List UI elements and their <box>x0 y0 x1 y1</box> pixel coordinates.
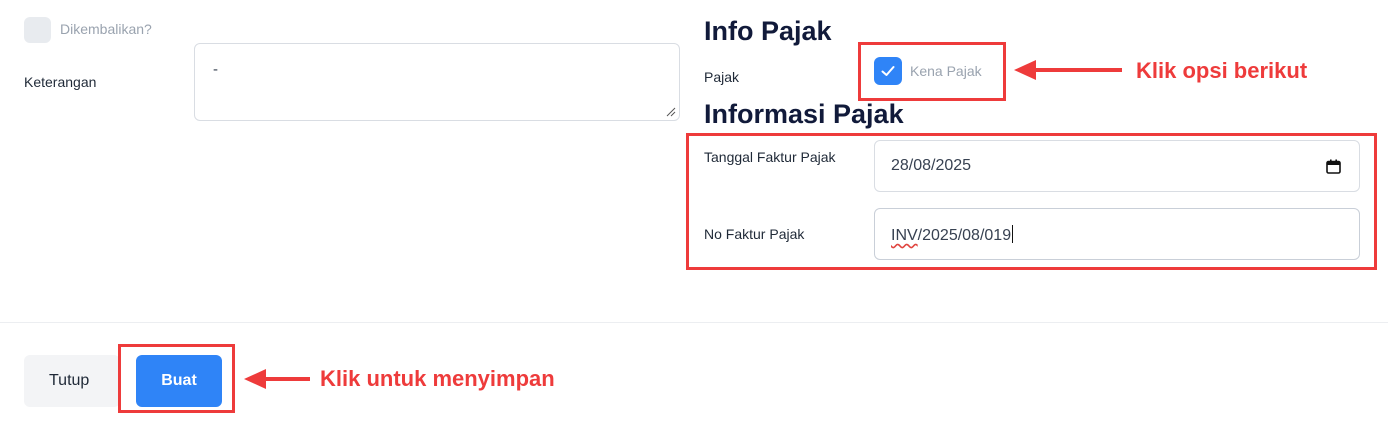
info-pajak-heading: Info Pajak <box>704 16 832 46</box>
note-label: Keterangan <box>24 74 97 90</box>
note-textarea[interactable]: - <box>194 43 680 121</box>
footer-divider <box>0 322 1388 323</box>
resize-grip-icon[interactable] <box>666 107 676 117</box>
arrow-left-icon <box>1014 60 1122 80</box>
close-button[interactable]: Tutup <box>24 355 120 407</box>
create-button-highlight <box>118 344 235 413</box>
tax-option-highlight <box>858 42 1006 101</box>
returned-label: Dikembalikan? <box>60 21 152 37</box>
tax-info-heading: Informasi Pajak <box>704 99 904 129</box>
tax-label: Pajak <box>704 69 740 85</box>
note-value: - <box>213 61 218 78</box>
returned-checkbox[interactable] <box>24 17 51 43</box>
tax-option-hint: Klik opsi berikut <box>1136 58 1308 83</box>
save-hint: Klik untuk menyimpan <box>320 366 555 391</box>
arrow-left-icon <box>244 369 310 389</box>
tax-info-highlight <box>686 133 1377 270</box>
